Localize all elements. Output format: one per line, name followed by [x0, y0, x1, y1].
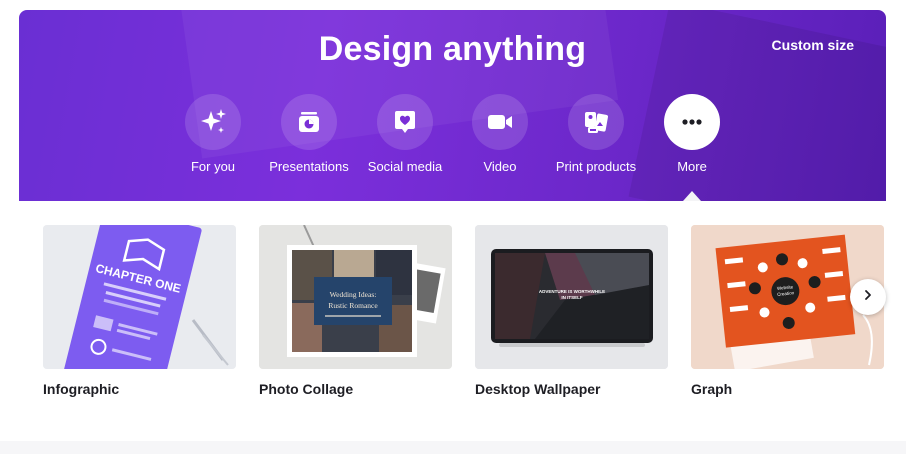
photo-collage-thumbnail: Wedding Ideas: Rustic Romance — [259, 225, 452, 369]
thumb-text: Rustic Romance — [328, 301, 378, 310]
print-products-icon — [568, 94, 624, 150]
presentation-icon — [281, 94, 337, 150]
template-carousel: CHAPTER ONE Infographic Wedding Ideas: R… — [19, 201, 886, 441]
template-card-photo-collage[interactable]: Wedding Ideas: Rustic Romance Photo Coll… — [259, 225, 452, 397]
section-divider — [0, 441, 906, 454]
thumb-text: Wedding Ideas: — [330, 290, 377, 299]
heart-chat-icon — [377, 94, 433, 150]
sparkle-icon — [185, 94, 241, 150]
infographic-thumbnail: CHAPTER ONE — [43, 225, 236, 369]
category-video[interactable]: Video — [445, 94, 555, 174]
template-card-graph[interactable]: Website Creation Graph — [691, 225, 884, 397]
hero-banner: Design anything Custom size For you Pres… — [19, 10, 886, 201]
category-label: For you — [190, 159, 236, 174]
template-card-label: Infographic — [43, 381, 120, 397]
page: Design anything Custom size For you Pres… — [0, 0, 906, 454]
custom-size-button[interactable]: Custom size — [772, 37, 854, 53]
category-nav: For you Presentations Social media Video… — [19, 94, 886, 194]
template-card-label: Graph — [691, 381, 733, 397]
category-for-you[interactable]: For you — [158, 94, 268, 174]
template-card-infographic[interactable]: CHAPTER ONE Infographic — [43, 225, 236, 397]
thumb-text: IN ITSELF — [561, 295, 583, 300]
category-label: Presentations — [269, 159, 349, 174]
category-print-products[interactable]: Print products — [541, 94, 651, 174]
thumb-text: ADVENTURE IS WORTHWHILE — [539, 289, 605, 294]
category-presentations[interactable]: Presentations — [254, 94, 364, 174]
active-category-pointer — [683, 191, 701, 201]
more-dots-icon — [664, 94, 720, 150]
chevron-right-icon — [861, 288, 875, 307]
template-card-desktop-wallpaper[interactable]: ADVENTURE IS WORTHWHILE IN ITSELF Deskto… — [475, 225, 668, 397]
category-social-media[interactable]: Social media — [350, 94, 460, 174]
video-camera-icon — [472, 94, 528, 150]
template-card-label: Desktop Wallpaper — [475, 381, 601, 397]
hero-title: Design anything — [318, 30, 587, 68]
carousel-next-button[interactable] — [850, 279, 886, 315]
category-label: More — [677, 159, 707, 174]
category-label: Print products — [555, 159, 637, 174]
category-label: Social media — [367, 159, 443, 174]
category-label: Video — [483, 159, 517, 174]
template-card-label: Photo Collage — [259, 381, 354, 397]
desktop-wallpaper-thumbnail: ADVENTURE IS WORTHWHILE IN ITSELF — [475, 225, 668, 369]
category-more[interactable]: More — [637, 94, 747, 174]
